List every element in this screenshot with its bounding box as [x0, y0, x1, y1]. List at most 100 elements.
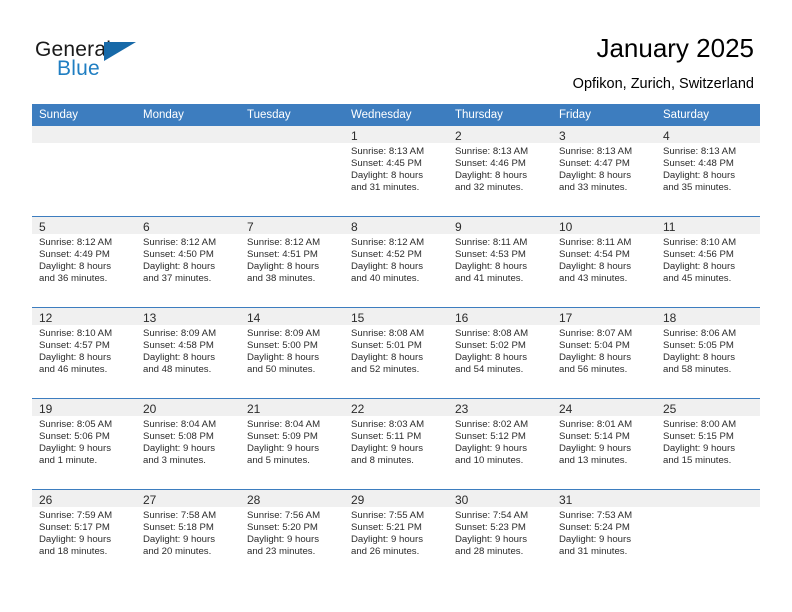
day-number: 25 — [663, 402, 677, 416]
day-number: 29 — [351, 493, 365, 507]
day-details: Sunrise: 8:08 AM Sunset: 5:02 PM Daylight:… — [448, 325, 552, 376]
calendar-day-cell[interactable]: 20 Sunrise: 8:04 AM Sunset: 5:08 PM Dayligh… — [136, 398, 240, 490]
calendar-body: 1 Sunrise: 8:13 AM Sunset: 4:45 PM Daylight… — [32, 126, 760, 580]
day-number-band: 18 — [656, 308, 760, 325]
day-detail-line: and 45 minutes. — [663, 272, 732, 284]
calendar-day-cell[interactable]: 24 Sunrise: 8:01 AM Sunset: 5:14 PM Dayligh… — [552, 398, 656, 490]
day-number-band: 12 — [32, 308, 136, 325]
calendar-day-cell[interactable]: 30 Sunrise: 7:54 AM Sunset: 5:23 PM Dayligh… — [448, 489, 552, 580]
day-detail-line: Sunrise: 8:13 AM — [559, 146, 633, 157]
weekday-header-sunday: Sunday — [32, 104, 136, 126]
day-number: 12 — [39, 311, 53, 325]
calendar-day-cell[interactable]: 15 Sunrise: 8:08 AM Sunset: 5:01 PM Dayligh… — [344, 307, 448, 399]
day-detail-line: Sunrise: 8:07 AM — [559, 328, 633, 339]
calendar-day-cell[interactable]: 5 Sunrise: 8:12 AM Sunset: 4:49 PM Daylight… — [32, 216, 136, 308]
calendar-day-cell[interactable]: 8 Sunrise: 8:12 AM Sunset: 4:52 PM Daylight… — [344, 216, 448, 308]
day-detail-line: Sunrise: 8:02 AM — [455, 419, 529, 430]
calendar-day-cell-empty — [656, 489, 760, 580]
calendar-day-cell[interactable]: 22 Sunrise: 8:03 AM Sunset: 5:11 PM Dayligh… — [344, 398, 448, 490]
calendar-day-cell[interactable]: 12 Sunrise: 8:10 AM Sunset: 4:57 PM Dayligh… — [32, 307, 136, 399]
calendar-day-cell[interactable]: 28 Sunrise: 7:56 AM Sunset: 5:20 PM Dayligh… — [240, 489, 344, 580]
day-detail-line: Sunset: 4:48 PM — [663, 157, 734, 169]
day-detail-line: and 48 minutes. — [143, 363, 212, 375]
day-detail-line: Sunrise: 8:09 AM — [247, 328, 321, 339]
calendar-day-cell[interactable]: 18 Sunrise: 8:06 AM Sunset: 5:05 PM Dayligh… — [656, 307, 760, 399]
calendar-day-cell[interactable]: 26 Sunrise: 7:59 AM Sunset: 5:17 PM Dayligh… — [32, 489, 136, 580]
calendar-day-cell[interactable]: 31 Sunrise: 7:53 AM Sunset: 5:24 PM Dayligh… — [552, 489, 656, 580]
day-details: Sunrise: 8:12 AM Sunset: 4:51 PM Daylight:… — [240, 234, 344, 285]
day-detail-line: Sunrise: 8:01 AM — [559, 419, 633, 430]
day-number: 22 — [351, 402, 365, 416]
day-number: 13 — [143, 311, 157, 325]
day-details: Sunrise: 7:55 AM Sunset: 5:21 PM Daylight:… — [344, 507, 448, 558]
day-details: Sunrise: 8:10 AM Sunset: 4:56 PM Daylight:… — [656, 234, 760, 285]
day-number: 2 — [455, 129, 462, 143]
calendar-day-cell[interactable]: 7 Sunrise: 8:12 AM Sunset: 4:51 PM Daylight… — [240, 216, 344, 308]
calendar-day-cell[interactable]: 2 Sunrise: 8:13 AM Sunset: 4:46 PM Daylight… — [448, 126, 552, 217]
day-number: 8 — [351, 220, 358, 234]
calendar-day-cell[interactable]: 4 Sunrise: 8:13 AM Sunset: 4:48 PM Daylight… — [656, 126, 760, 217]
day-number-band: 14 — [240, 308, 344, 325]
day-detail-line: Sunrise: 8:12 AM — [143, 237, 217, 248]
calendar-day-cell[interactable]: 10 Sunrise: 8:11 AM Sunset: 4:54 PM Dayligh… — [552, 216, 656, 308]
day-details: Sunrise: 7:59 AM Sunset: 5:17 PM Daylight:… — [32, 507, 136, 558]
day-number-band — [136, 126, 240, 143]
day-number-band: 24 — [552, 399, 656, 416]
day-detail-line: Sunset: 5:23 PM — [455, 521, 526, 533]
day-details: Sunrise: 8:11 AM Sunset: 4:54 PM Daylight:… — [552, 234, 656, 285]
day-detail-line: Sunset: 5:21 PM — [351, 521, 422, 533]
calendar-day-cell[interactable]: 9 Sunrise: 8:11 AM Sunset: 4:53 PM Daylight… — [448, 216, 552, 308]
day-detail-line: Sunset: 5:08 PM — [143, 430, 214, 442]
day-detail-line: Daylight: 9 hours — [351, 442, 423, 454]
day-number-band — [32, 126, 136, 143]
day-detail-line: and 20 minutes. — [143, 545, 212, 557]
day-number-band: 5 — [32, 217, 136, 234]
calendar-week-row: 19 Sunrise: 8:05 AM Sunset: 5:06 PM Dayligh… — [32, 398, 760, 490]
day-detail-line: Daylight: 8 hours — [351, 260, 423, 272]
day-number-band: 27 — [136, 490, 240, 507]
day-detail-line: Daylight: 9 hours — [247, 442, 319, 454]
calendar-day-cell[interactable]: 16 Sunrise: 8:08 AM Sunset: 5:02 PM Dayligh… — [448, 307, 552, 399]
day-detail-line: Sunset: 5:15 PM — [663, 430, 734, 442]
calendar-day-cell[interactable]: 21 Sunrise: 8:04 AM Sunset: 5:09 PM Dayligh… — [240, 398, 344, 490]
calendar-day-cell[interactable]: 11 Sunrise: 8:10 AM Sunset: 4:56 PM Dayligh… — [656, 216, 760, 308]
day-details — [136, 143, 240, 146]
calendar-day-cell[interactable]: 27 Sunrise: 7:58 AM Sunset: 5:18 PM Dayligh… — [136, 489, 240, 580]
day-detail-line: and 46 minutes. — [39, 363, 108, 375]
calendar-day-cell[interactable]: 19 Sunrise: 8:05 AM Sunset: 5:06 PM Dayligh… — [32, 398, 136, 490]
day-detail-line: Daylight: 8 hours — [663, 260, 735, 272]
day-details: Sunrise: 8:13 AM Sunset: 4:47 PM Daylight:… — [552, 143, 656, 194]
calendar-day-cell[interactable]: 23 Sunrise: 8:02 AM Sunset: 5:12 PM Dayligh… — [448, 398, 552, 490]
day-detail-line: Daylight: 8 hours — [39, 351, 111, 363]
day-detail-line: Daylight: 9 hours — [143, 442, 215, 454]
calendar-page: General Blue January 2025 Opfikon, Zuric… — [0, 0, 792, 612]
day-number: 14 — [247, 311, 261, 325]
day-detail-line: and 43 minutes. — [559, 272, 628, 284]
calendar-day-cell[interactable]: 3 Sunrise: 8:13 AM Sunset: 4:47 PM Daylight… — [552, 126, 656, 217]
calendar-day-cell[interactable]: 6 Sunrise: 8:12 AM Sunset: 4:50 PM Daylight… — [136, 216, 240, 308]
day-number-band: 1 — [344, 126, 448, 143]
day-detail-line: and 18 minutes. — [39, 545, 108, 557]
day-details: Sunrise: 8:12 AM Sunset: 4:50 PM Daylight:… — [136, 234, 240, 285]
day-detail-line: Daylight: 8 hours — [143, 351, 215, 363]
calendar-day-cell[interactable]: 13 Sunrise: 8:09 AM Sunset: 4:58 PM Dayligh… — [136, 307, 240, 399]
day-detail-line: Sunrise: 8:13 AM — [351, 146, 425, 157]
day-detail-line: and 58 minutes. — [663, 363, 732, 375]
day-detail-line: Daylight: 9 hours — [559, 442, 631, 454]
day-number: 18 — [663, 311, 677, 325]
day-number-band: 20 — [136, 399, 240, 416]
day-number: 16 — [455, 311, 469, 325]
day-detail-line: Sunrise: 8:11 AM — [455, 237, 528, 248]
day-details: Sunrise: 8:09 AM Sunset: 5:00 PM Daylight:… — [240, 325, 344, 376]
calendar-day-cell[interactable]: 14 Sunrise: 8:09 AM Sunset: 5:00 PM Dayligh… — [240, 307, 344, 399]
day-detail-line: and 23 minutes. — [247, 545, 316, 557]
calendar-day-cell[interactable]: 29 Sunrise: 7:55 AM Sunset: 5:21 PM Dayligh… — [344, 489, 448, 580]
day-detail-line: and 32 minutes. — [455, 181, 524, 193]
general-blue-logo[interactable]: General Blue — [35, 38, 215, 88]
day-detail-line: and 10 minutes. — [455, 454, 524, 466]
calendar-day-cell[interactable]: 25 Sunrise: 8:00 AM Sunset: 5:15 PM Dayligh… — [656, 398, 760, 490]
day-details: Sunrise: 8:09 AM Sunset: 4:58 PM Daylight:… — [136, 325, 240, 376]
calendar-day-cell[interactable]: 17 Sunrise: 8:07 AM Sunset: 5:04 PM Dayligh… — [552, 307, 656, 399]
calendar-day-cell[interactable]: 1 Sunrise: 8:13 AM Sunset: 4:45 PM Daylight… — [344, 126, 448, 217]
day-details: Sunrise: 7:53 AM Sunset: 5:24 PM Daylight:… — [552, 507, 656, 558]
